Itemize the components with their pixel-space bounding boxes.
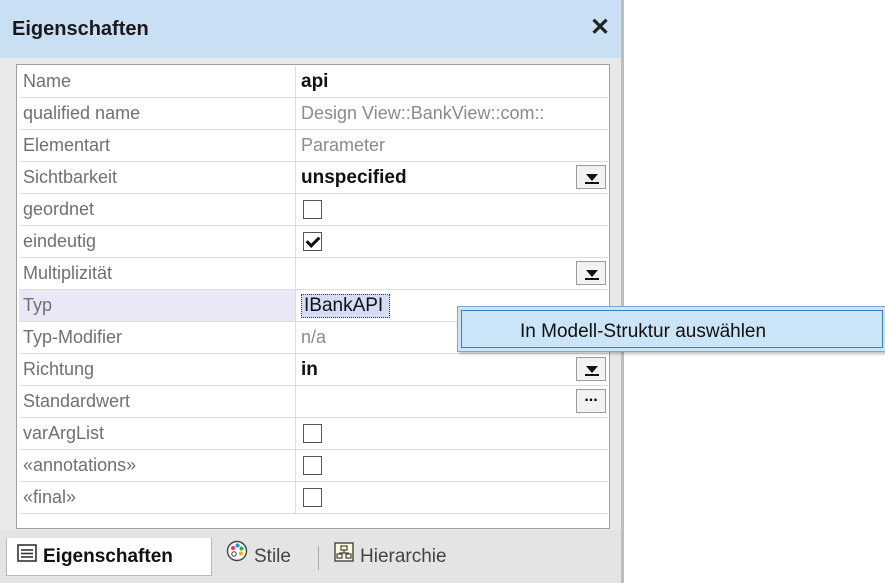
property-value-sichtbarkeit[interactable]: unspecified (297, 162, 608, 193)
property-value-final (297, 482, 608, 513)
tab-hierarchie-label: Hierarchie (360, 546, 447, 568)
property-value-qualified-name: Design View::BankView::com:: (301, 103, 545, 123)
sichtbarkeit-dropdown-button[interactable] (576, 165, 606, 189)
property-row-final[interactable]: «final» (19, 482, 608, 514)
property-value-elementart: Parameter (301, 135, 386, 155)
property-value-geordnet (297, 194, 608, 225)
panel-title: Eigenschaften (12, 18, 149, 40)
property-label: eindeutig (19, 226, 296, 257)
property-label: Name (19, 66, 296, 97)
richtung-selected-value: in (301, 359, 318, 380)
tab-eigenschaften[interactable]: Eigenschaften (6, 538, 212, 576)
tab-hierarchie[interactable]: Hierarchie (334, 538, 447, 576)
hierarchy-icon (334, 538, 354, 576)
property-value-eindeutig (297, 226, 608, 257)
property-value-vararglist (297, 418, 608, 449)
tab-eigenschaften-label: Eigenschaften (43, 546, 173, 568)
palette-icon (226, 538, 248, 576)
property-label: qualified name (19, 98, 296, 129)
typ-edit-field[interactable]: IBankAPI (301, 294, 391, 318)
property-value-standardwert[interactable] (297, 386, 608, 417)
property-label: Typ (19, 290, 296, 321)
annotations-checkbox[interactable] (303, 456, 322, 475)
property-row-vararglist[interactable]: varArgList (19, 418, 608, 450)
richtung-dropdown-button[interactable] (576, 357, 606, 381)
standardwert-ellipsis-button[interactable]: ... (576, 389, 606, 413)
property-value-annotations (297, 450, 608, 481)
property-label: Standardwert (19, 386, 296, 417)
context-menu: In Modell-Struktur auswählen (457, 306, 885, 352)
property-row-annotations[interactable]: «annotations» (19, 450, 608, 482)
property-row-geordnet[interactable]: geordnet (19, 194, 608, 226)
close-icon[interactable]: ✕ (590, 14, 610, 42)
tab-stile-label: Stile (254, 546, 291, 568)
geordnet-checkbox[interactable] (303, 200, 322, 219)
vararglist-checkbox[interactable] (303, 424, 322, 443)
property-value-name[interactable]: api (297, 66, 608, 97)
property-row-name[interactable]: Name api (19, 66, 608, 98)
context-menu-item-highlight[interactable]: In Modell-Struktur auswählen (461, 310, 883, 348)
property-label: Richtung (19, 354, 296, 385)
property-row-eindeutig[interactable]: eindeutig (19, 226, 608, 258)
property-row-richtung[interactable]: Richtung in (19, 354, 608, 386)
panel-titlebar: Eigenschaften ✕ (0, 0, 621, 58)
final-checkbox[interactable] (303, 488, 322, 507)
context-menu-item-select-in-model-tree[interactable]: In Modell-Struktur auswählen (520, 321, 766, 343)
property-row-multiplizitaet[interactable]: Multiplizität (19, 258, 608, 290)
property-label: Sichtbarkeit (19, 162, 296, 193)
property-label: «annotations» (19, 450, 296, 481)
property-label: Elementart (19, 130, 296, 161)
properties-panel: Eigenschaften ✕ Name api qualified name … (0, 0, 624, 583)
properties-icon (17, 538, 37, 576)
property-value-multiplizitaet[interactable] (297, 258, 608, 289)
property-value-richtung[interactable]: in (297, 354, 608, 385)
eindeutig-checkbox[interactable] (303, 232, 322, 251)
property-row-standardwert[interactable]: Standardwert ... (19, 386, 608, 418)
multiplizitaet-dropdown-button[interactable] (576, 261, 606, 285)
tab-stile[interactable]: Stile (226, 538, 291, 576)
property-label: varArgList (19, 418, 296, 449)
property-label: «final» (19, 482, 296, 513)
panel-tabbar: Eigenschaften Stile Hierarchie (0, 530, 621, 583)
sichtbarkeit-selected-value: unspecified (301, 167, 407, 188)
property-label: geordnet (19, 194, 296, 225)
property-label: Multiplizität (19, 258, 296, 289)
property-row-qualified-name[interactable]: qualified name Design View::BankView::co… (19, 98, 608, 130)
property-label: Typ-Modifier (19, 322, 296, 353)
property-row-elementart[interactable]: Elementart Parameter (19, 130, 608, 162)
property-row-sichtbarkeit[interactable]: Sichtbarkeit unspecified (19, 162, 608, 194)
tab-separator (318, 546, 319, 570)
